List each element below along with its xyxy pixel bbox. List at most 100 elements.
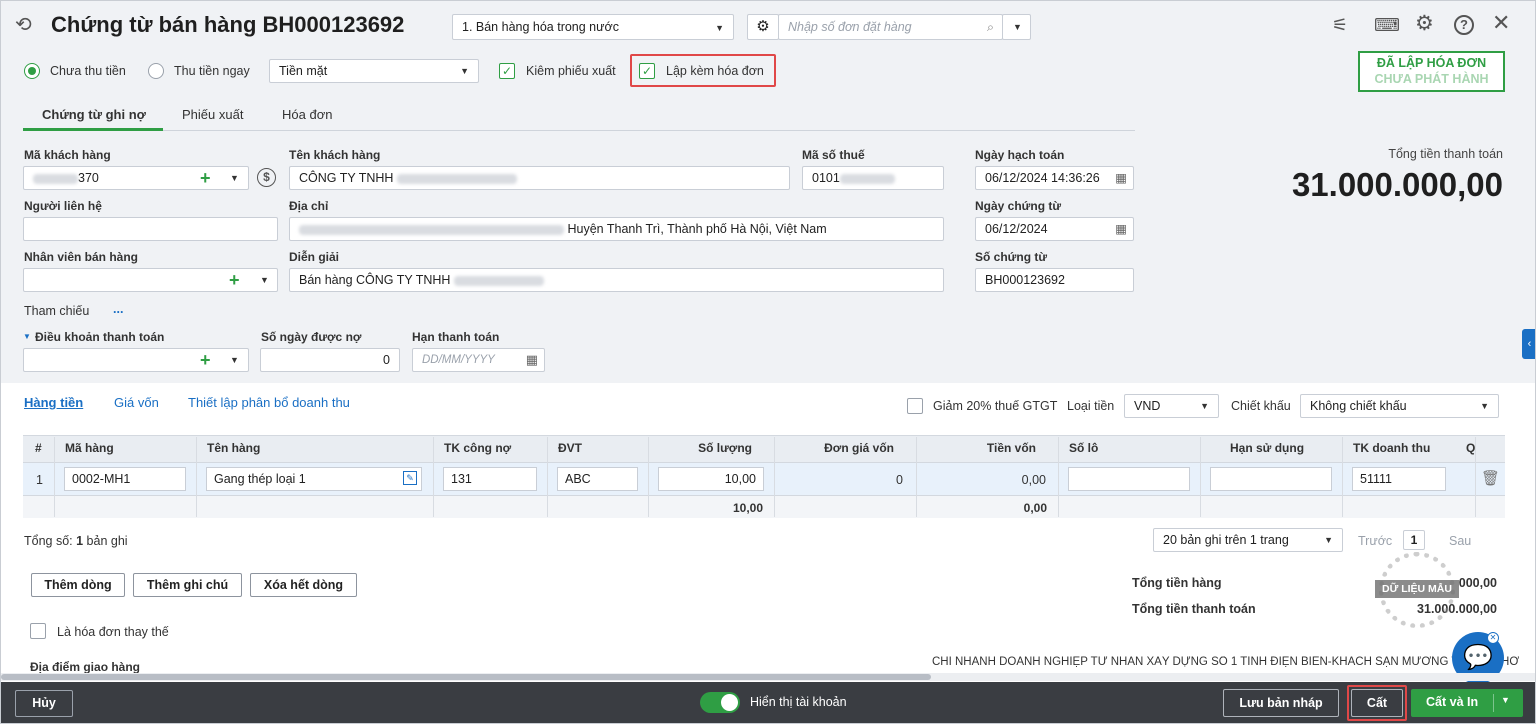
next-page-button[interactable]: Sau (1449, 534, 1471, 548)
posting-date-input[interactable]: 06/12/2024 14:36:26 ▦ (975, 166, 1134, 190)
sales-staff-input[interactable]: + ▼ (23, 268, 278, 292)
tax-code-input[interactable]: 0101 (802, 166, 944, 190)
voucher-type-select[interactable]: 1. Bán hàng hóa trong nước ▼ (452, 14, 734, 40)
voucher-type-value: 1. Bán hàng hóa trong nước (462, 20, 619, 34)
payment-method-select[interactable]: Tiền mặt ▼ (269, 59, 479, 83)
discount-select[interactable]: Không chiết khấu ▼ (1300, 394, 1499, 418)
voucher-date-input[interactable]: 06/12/2024 ▦ (975, 217, 1134, 241)
calendar-icon[interactable]: ▦ (1115, 167, 1127, 189)
col-header-quantity[interactable]: Số lượng (698, 441, 752, 455)
current-page[interactable]: 1 (1403, 530, 1425, 550)
plus-icon[interactable]: + (229, 271, 240, 289)
checkbox-vat-reduce[interactable] (907, 398, 923, 414)
reference-more-link[interactable]: ... (113, 302, 123, 316)
tab-debit-voucher[interactable]: Chứng từ ghi nợ (42, 107, 146, 122)
order-number-placeholder: Nhập số đơn đặt hàng (788, 20, 912, 34)
tab-delivery-note[interactable]: Phiếu xuất (182, 107, 243, 122)
settings-icon[interactable]: ⚙ (1415, 13, 1434, 34)
checkbox-replacement-invoice[interactable] (30, 623, 46, 639)
expiry-cell[interactable] (1210, 467, 1332, 491)
sales-staff-label: Nhân viên bán hàng (24, 250, 139, 264)
col-header-debt-account[interactable]: TK công nợ (444, 441, 511, 455)
col-header-lot[interactable]: Số lô (1069, 441, 1098, 455)
calendar-icon[interactable]: ▦ (526, 349, 538, 371)
goods-total-value: 000,00 (1458, 576, 1497, 590)
column-divider (648, 437, 649, 517)
horizontal-scrollbar[interactable] (1, 673, 1535, 681)
tax-code-label: Mã số thuế (802, 148, 865, 162)
chat-close-icon[interactable]: ✕ (1487, 632, 1499, 644)
col-header-cost[interactable]: Tiền vốn (987, 441, 1036, 455)
workflow-icon[interactable]: ⚟ (1332, 15, 1348, 35)
delete-all-rows-button[interactable]: Xóa hết dòng (250, 573, 357, 597)
plus-icon[interactable]: + (200, 169, 211, 187)
debt-account-value: 131 (451, 472, 472, 486)
search-icon[interactable]: ⌕ (987, 15, 994, 39)
quantity-cell[interactable]: 10,00 (658, 467, 764, 491)
due-date-input[interactable]: DD/MM/YYYY ▦ (412, 348, 545, 372)
gear-icon[interactable]: ⚙ (747, 14, 779, 40)
customer-code-input[interactable]: 370 + ▼ (23, 166, 249, 190)
side-panel-toggle[interactable]: ‹ (1522, 329, 1535, 359)
credit-days-input[interactable]: 0 (260, 348, 400, 372)
save-draft-button[interactable]: Lưu bản nháp (1223, 689, 1339, 717)
revenue-account-cell[interactable]: 51111 (1352, 467, 1446, 491)
save-button[interactable]: Cất (1351, 689, 1403, 717)
col-header-q[interactable]: Q (1466, 441, 1475, 455)
address-input[interactable]: Huyện Thanh Trì, Thành phố Hà Nội, Việt … (289, 217, 944, 241)
col-header-item-name[interactable]: Tên hàng (207, 441, 260, 455)
prev-page-button[interactable]: Trước (1358, 534, 1392, 548)
show-account-toggle[interactable] (700, 692, 740, 713)
currency-select[interactable]: VND ▼ (1124, 394, 1219, 418)
cancel-button[interactable]: Hủy (15, 690, 73, 717)
collapse-icon[interactable]: ▼ (23, 332, 31, 341)
trash-icon[interactable]: 🗑 (1481, 469, 1500, 487)
checkbox-export[interactable]: ✓ (499, 63, 515, 79)
debt-account-cell[interactable]: 131 (443, 467, 537, 491)
close-icon[interactable]: ✕ (1492, 12, 1510, 34)
tab-divider (23, 130, 1135, 131)
item-name-cell[interactable]: Gang thép loại 1 ✎ (206, 467, 422, 491)
customer-name-input[interactable]: CÔNG TY TNHH (289, 166, 790, 190)
keyboard-icon[interactable]: ⌨ (1374, 15, 1400, 35)
history-icon[interactable]: ⟲ (15, 15, 32, 35)
add-row-button[interactable]: Thêm dòng (31, 573, 125, 597)
unit-cell[interactable]: ABC (557, 467, 638, 491)
order-dropdown[interactable]: ▼ (1002, 14, 1031, 40)
blurred-text (453, 275, 544, 286)
dollar-icon[interactable]: $ (257, 168, 276, 187)
col-header-revenue-account[interactable]: TK doanh thu (1353, 441, 1430, 455)
payment-total-label: Tổng tiền thanh toán (1132, 602, 1256, 616)
col-header-item-code[interactable]: Mã hàng (65, 441, 114, 455)
checkbox-invoice[interactable]: ✓ (639, 63, 655, 79)
voucher-number-input[interactable]: BH000123692 (975, 268, 1134, 292)
chevron-down-icon: ▼ (1324, 535, 1333, 545)
help-icon[interactable]: ? (1454, 15, 1474, 35)
description-input[interactable]: Bán hàng CÔNG TY TNHH (289, 268, 944, 292)
customer-code-label: Mã khách hàng (24, 148, 111, 162)
record-count-prefix: Tổng số: (24, 534, 77, 548)
save-and-print-button[interactable]: Cất và In (1426, 695, 1478, 709)
col-header-unit-cost[interactable]: Đơn giá vốn (824, 441, 894, 455)
payment-terms-input[interactable]: + ▼ (23, 348, 249, 372)
tab-invoice[interactable]: Hóa đơn (282, 107, 332, 122)
chevron-down-icon[interactable]: ▼ (1501, 695, 1510, 705)
subtab-goods[interactable]: Hàng tiền (24, 395, 83, 410)
contact-input[interactable] (23, 217, 278, 241)
subtab-revenue-allocation[interactable]: Thiết lập phân bổ doanh thu (188, 395, 350, 410)
calendar-icon[interactable]: ▦ (1115, 218, 1127, 240)
col-header-expiry[interactable]: Hạn sử dụng (1230, 441, 1304, 455)
col-header-unit[interactable]: ĐVT (558, 441, 582, 455)
radio-unpaid[interactable] (24, 63, 40, 79)
add-note-button[interactable]: Thêm ghi chú (133, 573, 242, 597)
edit-note-icon[interactable]: ✎ (403, 471, 417, 485)
page-size-select[interactable]: 20 bản ghi trên 1 trang ▼ (1153, 528, 1343, 552)
order-number-input[interactable]: Nhập số đơn đặt hàng ⌕ (778, 14, 1003, 40)
radio-paid[interactable] (148, 63, 164, 79)
item-code-cell[interactable]: 0002-MH1 (64, 467, 186, 491)
plus-icon[interactable]: + (200, 351, 211, 369)
voucher-date-value: 06/12/2024 (985, 222, 1048, 236)
subtab-cost[interactable]: Giá vốn (114, 395, 159, 410)
lot-cell[interactable] (1068, 467, 1190, 491)
scrollbar-thumb[interactable] (1, 674, 931, 680)
